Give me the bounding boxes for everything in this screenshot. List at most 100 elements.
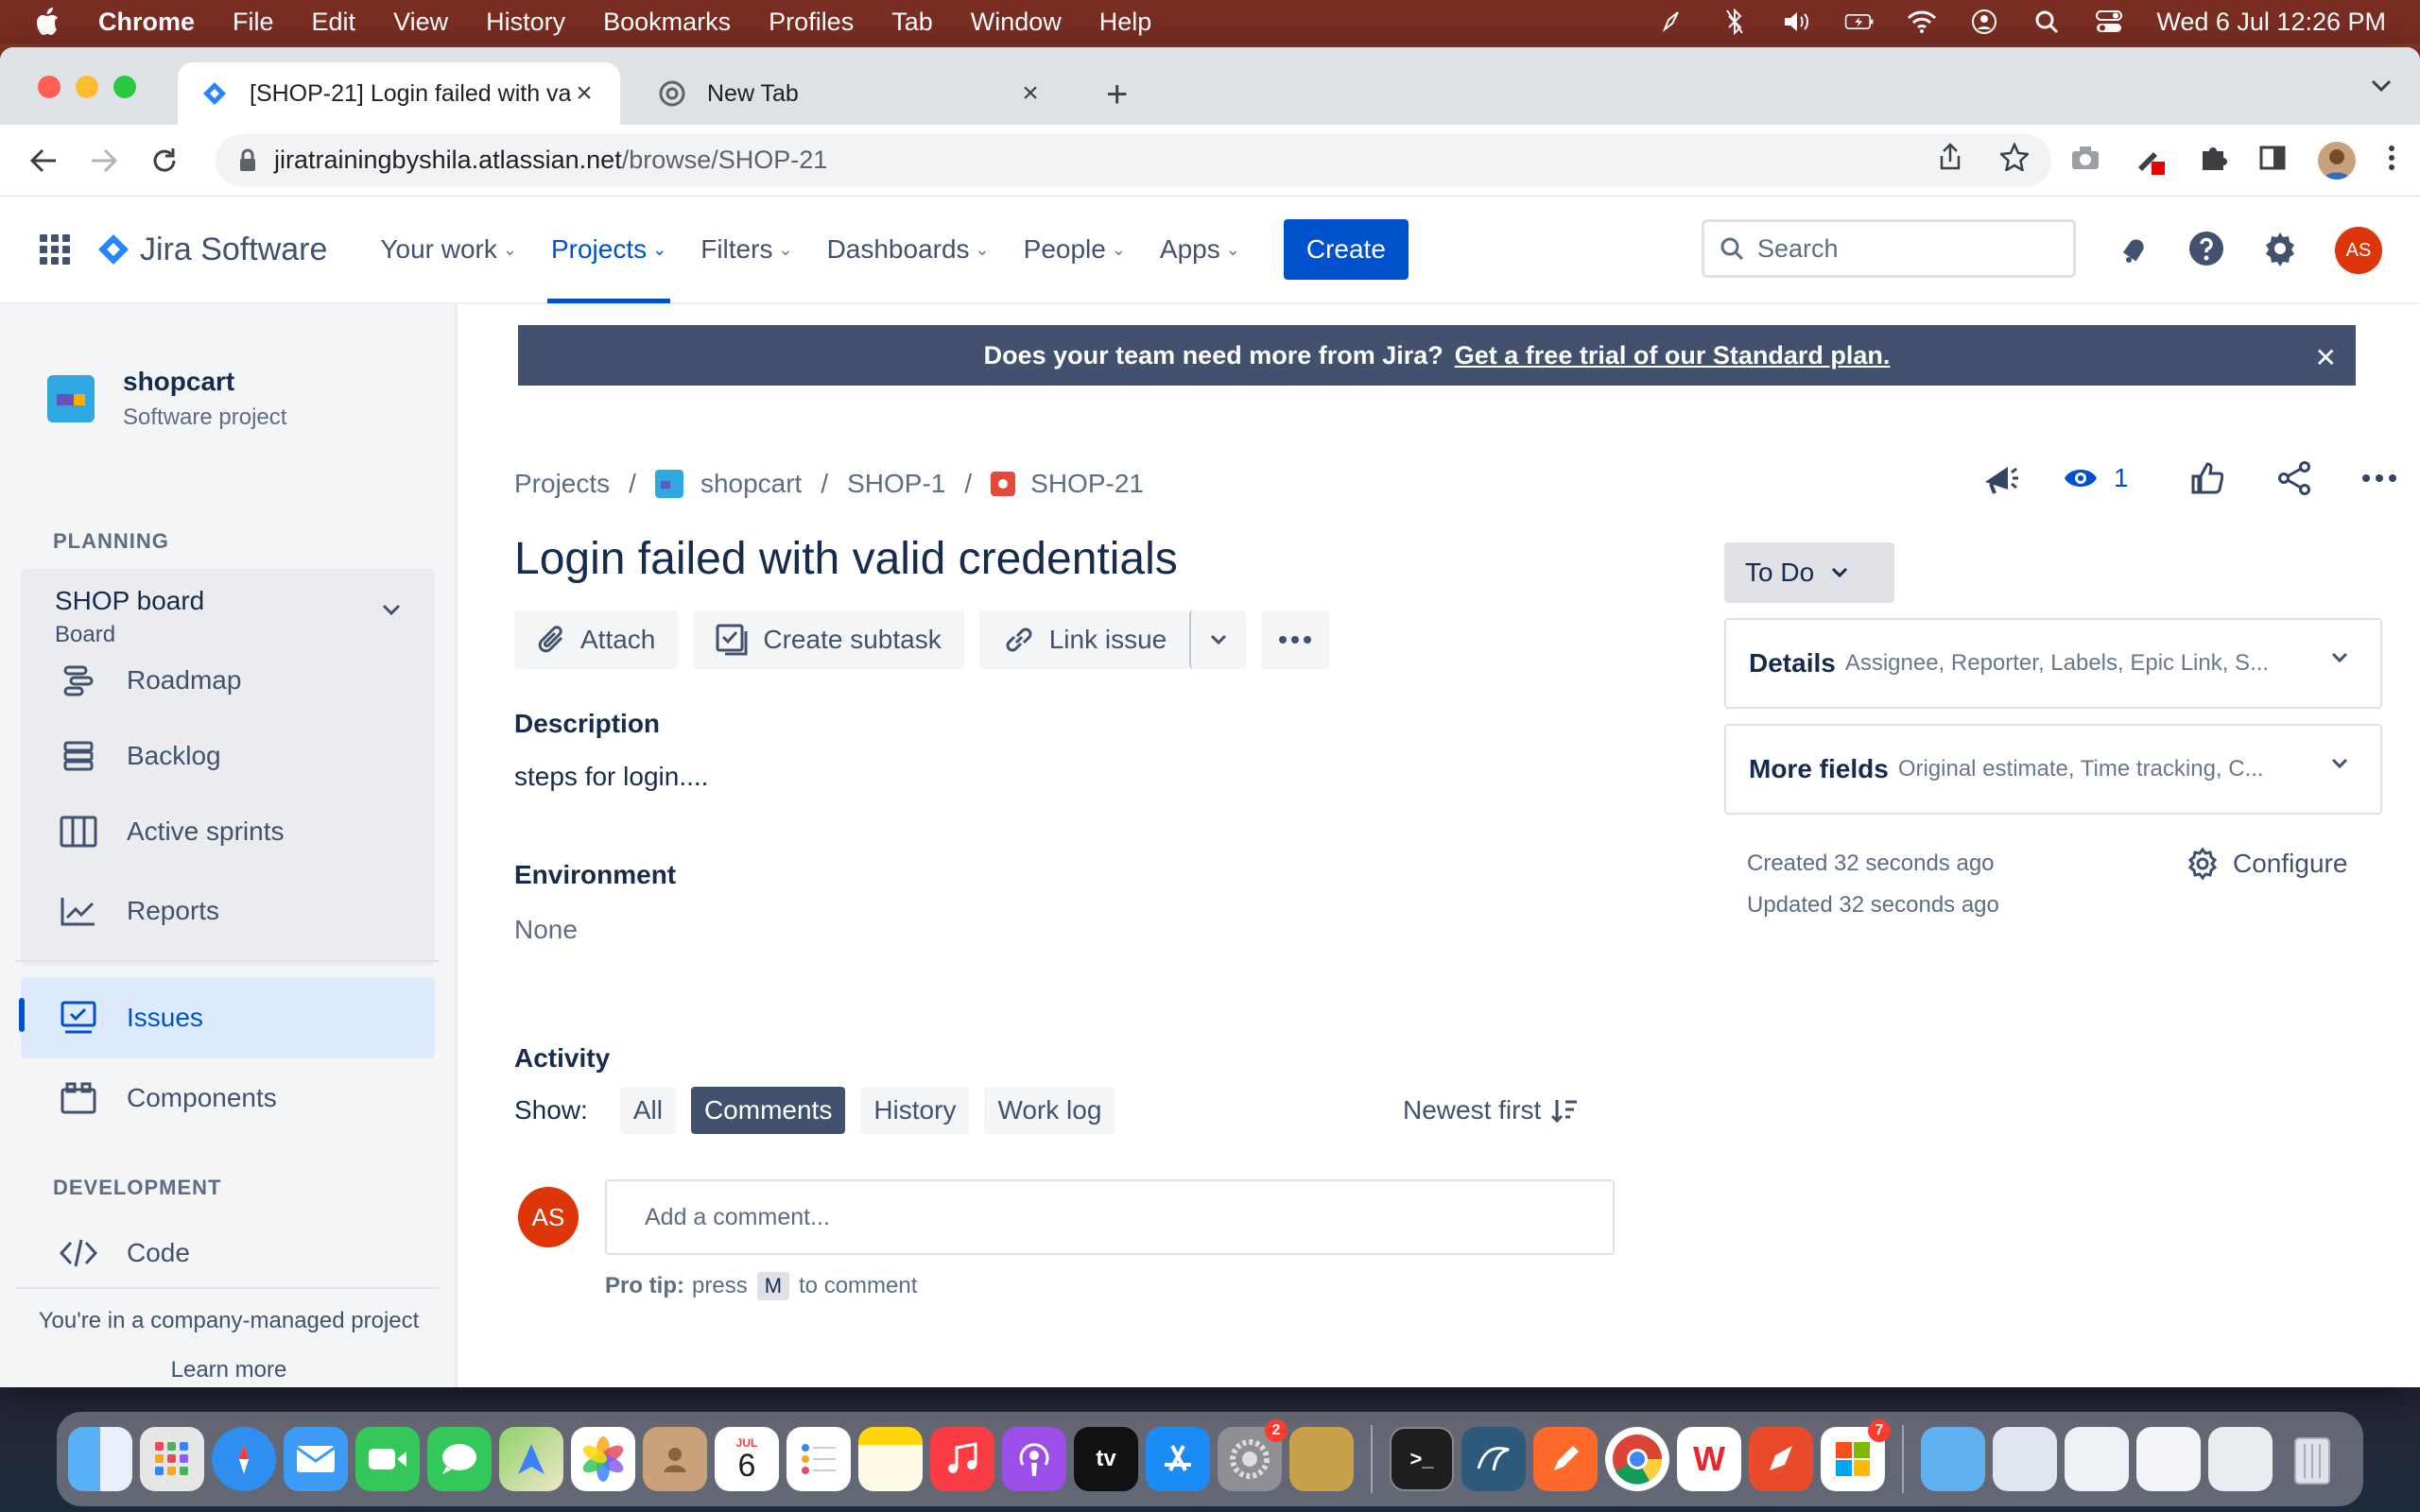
sidebar-item-backlog[interactable]: Backlog: [21, 718, 435, 794]
bookmark-star-icon[interactable]: [1998, 141, 2031, 178]
environment-value[interactable]: None: [514, 915, 578, 945]
mail-icon[interactable]: [284, 1427, 348, 1491]
notifications-bell-icon[interactable]: [2118, 232, 2152, 270]
eyedropper-extension-icon[interactable]: [2133, 141, 2167, 180]
reload-icon[interactable]: [146, 142, 183, 180]
recent-screenshot-thumbnail[interactable]: [2208, 1427, 2273, 1491]
app-switcher-grid-icon[interactable]: [38, 232, 72, 266]
issue-title[interactable]: Login failed with valid credentials: [514, 533, 1178, 585]
share-icon[interactable]: [1938, 143, 1962, 178]
menu-help[interactable]: Help: [1099, 8, 1152, 37]
menubar-clock[interactable]: Wed 6 Jul 12:26 PM: [2156, 8, 2386, 37]
lock-icon[interactable]: [238, 148, 257, 173]
filter-history[interactable]: History: [860, 1087, 970, 1134]
chevron-down-icon[interactable]: [382, 603, 401, 620]
nav-your-work[interactable]: Your work ⌄: [380, 196, 517, 303]
volume-icon[interactable]: [1782, 7, 1812, 37]
calendar-icon[interactable]: JUL 6: [715, 1427, 779, 1491]
create-button[interactable]: Create: [1283, 219, 1409, 280]
nav-people[interactable]: People ⌄: [1024, 196, 1126, 303]
recent-screenshot-thumbnail[interactable]: [2065, 1427, 2129, 1491]
reminders-icon[interactable]: [786, 1427, 851, 1491]
system-preferences-icon[interactable]: 2: [1218, 1419, 1288, 1491]
chrome-profile-avatar[interactable]: [2318, 141, 2356, 180]
zoom-window-button[interactable]: [113, 76, 136, 98]
settings-gear-icon[interactable]: [2261, 230, 2299, 272]
close-tab-icon[interactable]: ×: [571, 77, 597, 109]
archive-utility-icon[interactable]: [1289, 1427, 1354, 1491]
sidebar-item-roadmap[interactable]: Roadmap: [21, 643, 435, 718]
apple-tv-icon[interactable]: tv: [1074, 1427, 1138, 1491]
watchers-button[interactable]: 1: [2063, 463, 2129, 493]
pen-app-icon[interactable]: [1533, 1427, 1598, 1491]
menu-edit[interactable]: Edit: [312, 8, 356, 37]
wps-office-icon[interactable]: W: [1677, 1427, 1741, 1491]
menu-view[interactable]: View: [393, 8, 448, 37]
menu-window[interactable]: Window: [971, 8, 1062, 37]
terminal-icon[interactable]: >_: [1390, 1427, 1454, 1491]
more-toolbar-actions[interactable]: [1261, 610, 1330, 669]
details-accordion[interactable]: Details Assignee, Reporter, Labels, Epic…: [1724, 618, 2382, 709]
url-bar[interactable]: jiratrainingbyshila.atlassian.net/browse…: [216, 133, 2051, 187]
menu-profiles[interactable]: Profiles: [769, 8, 854, 37]
close-window-button[interactable]: [38, 76, 60, 98]
chrome-icon[interactable]: [1605, 1427, 1669, 1491]
create-subtask-button[interactable]: Create subtask: [693, 610, 964, 669]
microsoft-office-icon[interactable]: 7: [1821, 1419, 1891, 1491]
menu-chrome[interactable]: Chrome: [98, 8, 195, 37]
board-name[interactable]: SHOP board: [55, 586, 204, 616]
vote-thumbs-up-icon[interactable]: [2189, 461, 2223, 495]
learn-more-link[interactable]: Learn more: [0, 1357, 458, 1383]
menu-bookmarks[interactable]: Bookmarks: [603, 8, 731, 37]
chrome-menu-icon[interactable]: [2388, 145, 2395, 176]
attach-button[interactable]: Attach: [514, 610, 679, 669]
control-center-icon[interactable]: [2094, 7, 2124, 37]
user-avatar[interactable]: AS: [2335, 227, 2382, 274]
mysql-workbench-icon[interactable]: [1461, 1427, 1526, 1491]
messages-icon[interactable]: [427, 1427, 492, 1491]
sidebar-item-issues[interactable]: Issues: [19, 977, 435, 1058]
photos-icon[interactable]: [571, 1427, 635, 1491]
filter-work-log[interactable]: Work log: [984, 1087, 1115, 1134]
more-actions-icon[interactable]: [2361, 473, 2397, 483]
feedback-megaphone-icon[interactable]: [1981, 461, 2019, 495]
sidebar-item-reports[interactable]: Reports: [21, 873, 435, 949]
link-issue-button[interactable]: Link issue: [978, 610, 1190, 669]
jira-logo[interactable]: Jira Software: [96, 232, 327, 268]
recent-screenshot-thumbnail[interactable]: [2136, 1427, 2201, 1491]
user-account-icon[interactable]: [1969, 7, 1999, 37]
nav-filters[interactable]: Filters ⌄: [700, 196, 792, 303]
maps-icon[interactable]: [499, 1427, 563, 1491]
description-text[interactable]: steps for login....: [514, 762, 708, 792]
notes-icon[interactable]: [858, 1427, 923, 1491]
apple-menu-icon[interactable]: [34, 7, 72, 37]
sidebar-item-active-sprints[interactable]: Active sprints: [21, 794, 435, 869]
rocket-app-icon[interactable]: [1749, 1427, 1813, 1491]
music-icon[interactable]: [930, 1427, 994, 1491]
app-store-icon[interactable]: [1146, 1427, 1210, 1491]
battery-icon[interactable]: [1844, 7, 1875, 37]
share-icon[interactable]: [2276, 461, 2312, 495]
filter-all[interactable]: All: [619, 1087, 676, 1134]
camera-extension-icon[interactable]: [2070, 145, 2100, 176]
sidebar-item-components[interactable]: Components: [21, 1060, 435, 1136]
add-comment-input[interactable]: Add a comment...: [605, 1179, 1615, 1255]
close-banner-icon[interactable]: ✕: [2315, 342, 2337, 373]
rocket-status-icon[interactable]: [1657, 7, 1687, 37]
status-dropdown[interactable]: To Do: [1724, 542, 1894, 603]
breadcrumb-project[interactable]: shopcart: [654, 469, 802, 499]
help-icon[interactable]: [2187, 230, 2225, 272]
extensions-puzzle-icon[interactable]: [2199, 144, 2227, 177]
finder-icon[interactable]: [68, 1427, 132, 1491]
project-header[interactable]: shopcart Software project: [47, 367, 286, 431]
sidebar-item-code[interactable]: Code: [21, 1215, 435, 1291]
back-arrow-icon[interactable]: [25, 142, 62, 180]
recent-screenshot-thumbnail[interactable]: [1993, 1427, 2057, 1491]
menu-tab[interactable]: Tab: [891, 8, 933, 37]
launchpad-icon[interactable]: [140, 1427, 204, 1491]
tab-new-tab[interactable]: New Tab ×: [635, 62, 1066, 125]
jira-search-input[interactable]: Search: [1702, 219, 2076, 278]
podcasts-icon[interactable]: [1002, 1427, 1066, 1491]
bluetooth-icon[interactable]: [1720, 7, 1750, 37]
nav-dashboards[interactable]: Dashboards ⌄: [827, 196, 990, 303]
